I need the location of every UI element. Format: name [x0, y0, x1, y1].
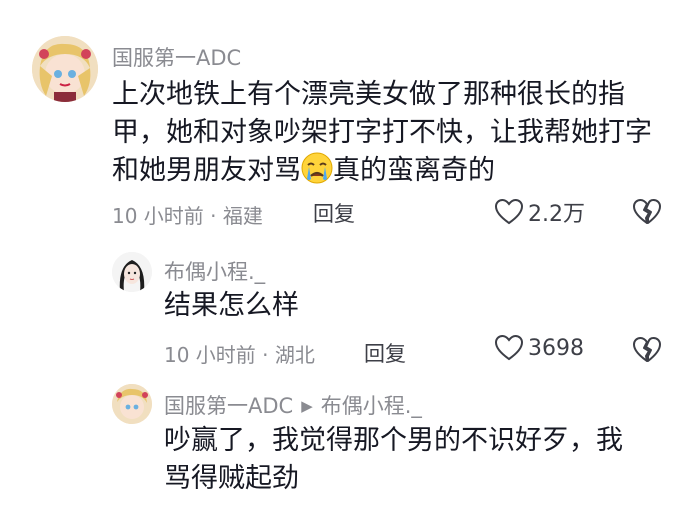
avatar[interactable] — [112, 252, 152, 292]
comment-time: 10 小时前 — [112, 204, 204, 228]
heart-icon — [494, 334, 524, 361]
like-count: 2.2万 — [528, 202, 585, 227]
comment-time: 10 小时前 — [164, 343, 256, 367]
broken-heart-icon — [633, 337, 661, 362]
reply-arrow-icon: ▶ — [301, 397, 313, 415]
comment-2: 布偶小程._ 结果怎么样 10 小时前 · 湖北 回复 3698 — [0, 240, 690, 370]
avatar[interactable] — [112, 384, 152, 424]
comment-location: 福建 — [222, 204, 263, 228]
avatar[interactable] — [32, 36, 98, 102]
comment-text: 吵赢了，我觉得那个男的不识好歹，我骂得贼起劲 — [164, 425, 623, 494]
dislike-button[interactable] — [632, 198, 662, 230]
comment-1: 国服第一ADC 上次地铁上有个漂亮美女做了那种很长的指甲，她和对象吵架打字打不快… — [0, 0, 690, 240]
reply-target[interactable]: 布偶小程._ — [321, 394, 422, 418]
reply-author[interactable]: 国服第一ADC — [164, 394, 293, 418]
like-button[interactable]: 2.2万 — [494, 196, 585, 228]
comment-meta: 10 小时前 · 湖北 — [164, 339, 315, 368]
comment-username[interactable]: 布偶小程._ — [164, 256, 265, 286]
meta-separator: · — [203, 204, 223, 228]
crying-face-emoji-icon — [301, 152, 333, 184]
comment-text: 结果怎么样 — [164, 290, 299, 321]
comment-username: 国服第一ADC ▶ 布偶小程._ — [164, 390, 422, 420]
comment-username[interactable]: 国服第一ADC — [112, 42, 241, 72]
dislike-button[interactable] — [632, 336, 662, 368]
like-count: 3698 — [528, 335, 584, 361]
comment-text: 上次地铁上有个漂亮美女做了那种很长的指甲，她和对象吵架打字打不快，让我帮她打字和… — [112, 76, 652, 190]
meta-separator: · — [255, 343, 275, 367]
reply-button[interactable]: 回复 — [364, 338, 406, 368]
comment-3: 国服第一ADC ▶ 布偶小程._ 吵赢了，我觉得那个男的不识好歹，我骂得贼起劲 — [0, 370, 690, 506]
comment-meta: 10 小时前 · 福建 — [112, 200, 263, 229]
broken-heart-icon — [633, 199, 661, 224]
heart-icon — [494, 198, 524, 225]
like-button[interactable]: 3698 — [494, 334, 584, 362]
comment-location: 湖北 — [274, 343, 315, 367]
reply-button[interactable]: 回复 — [313, 198, 355, 228]
comment-text-tail: 真的蛮离奇的 — [333, 155, 495, 186]
